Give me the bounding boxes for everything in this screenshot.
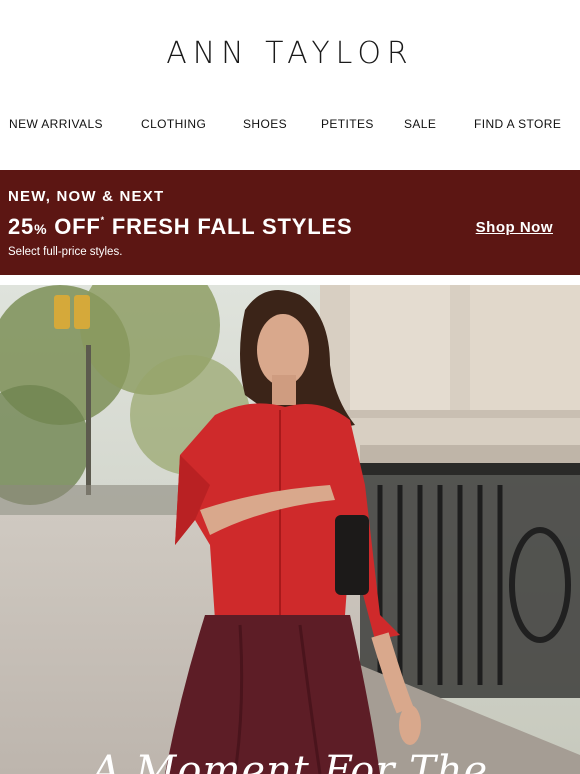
nav-item-new-arrivals[interactable]: NEW ARRIVALS <box>9 117 103 131</box>
promo-headline-rest: FRESH FALL STYLES <box>111 214 353 239</box>
promo-subtext: Select full-price styles. <box>8 246 123 258</box>
hero-image[interactable]: A Moment For The <box>0 285 580 774</box>
hero-title: A Moment For The <box>91 748 489 774</box>
nav-item-find-a-store[interactable]: FIND A STORE <box>474 117 561 131</box>
nav-item-petites[interactable]: PETITES <box>321 117 374 131</box>
promo-banner[interactable]: NEW, NOW & NEXT 25% OFF* FRESH FALL STYL… <box>0 170 580 275</box>
shop-now-link[interactable]: Shop Now <box>476 219 553 236</box>
nav-item-clothing[interactable]: CLOTHING <box>141 117 206 131</box>
discount-word: OFF <box>54 214 101 239</box>
brand-logo[interactable]: ANN TAYLOR <box>0 36 580 71</box>
promo-eyebrow: NEW, NOW & NEXT <box>8 188 165 205</box>
main-nav: NEW ARRIVALS CLOTHING SHOES PETITES SALE… <box>0 117 580 133</box>
nav-item-shoes[interactable]: SHOES <box>243 117 287 131</box>
promo-headline: 25% OFF* FRESH FALL STYLES <box>8 214 352 240</box>
discount-number: 25 <box>8 214 35 239</box>
nav-item-sale[interactable]: SALE <box>404 117 436 131</box>
discount-unit: % <box>34 221 48 237</box>
discount-asterisk: * <box>100 215 105 225</box>
email-header: ANN TAYLOR NEW ARRIVALS CLOTHING SHOES P… <box>0 0 580 170</box>
building-facade <box>320 285 580 465</box>
hero-photo-illustration <box>0 285 580 774</box>
